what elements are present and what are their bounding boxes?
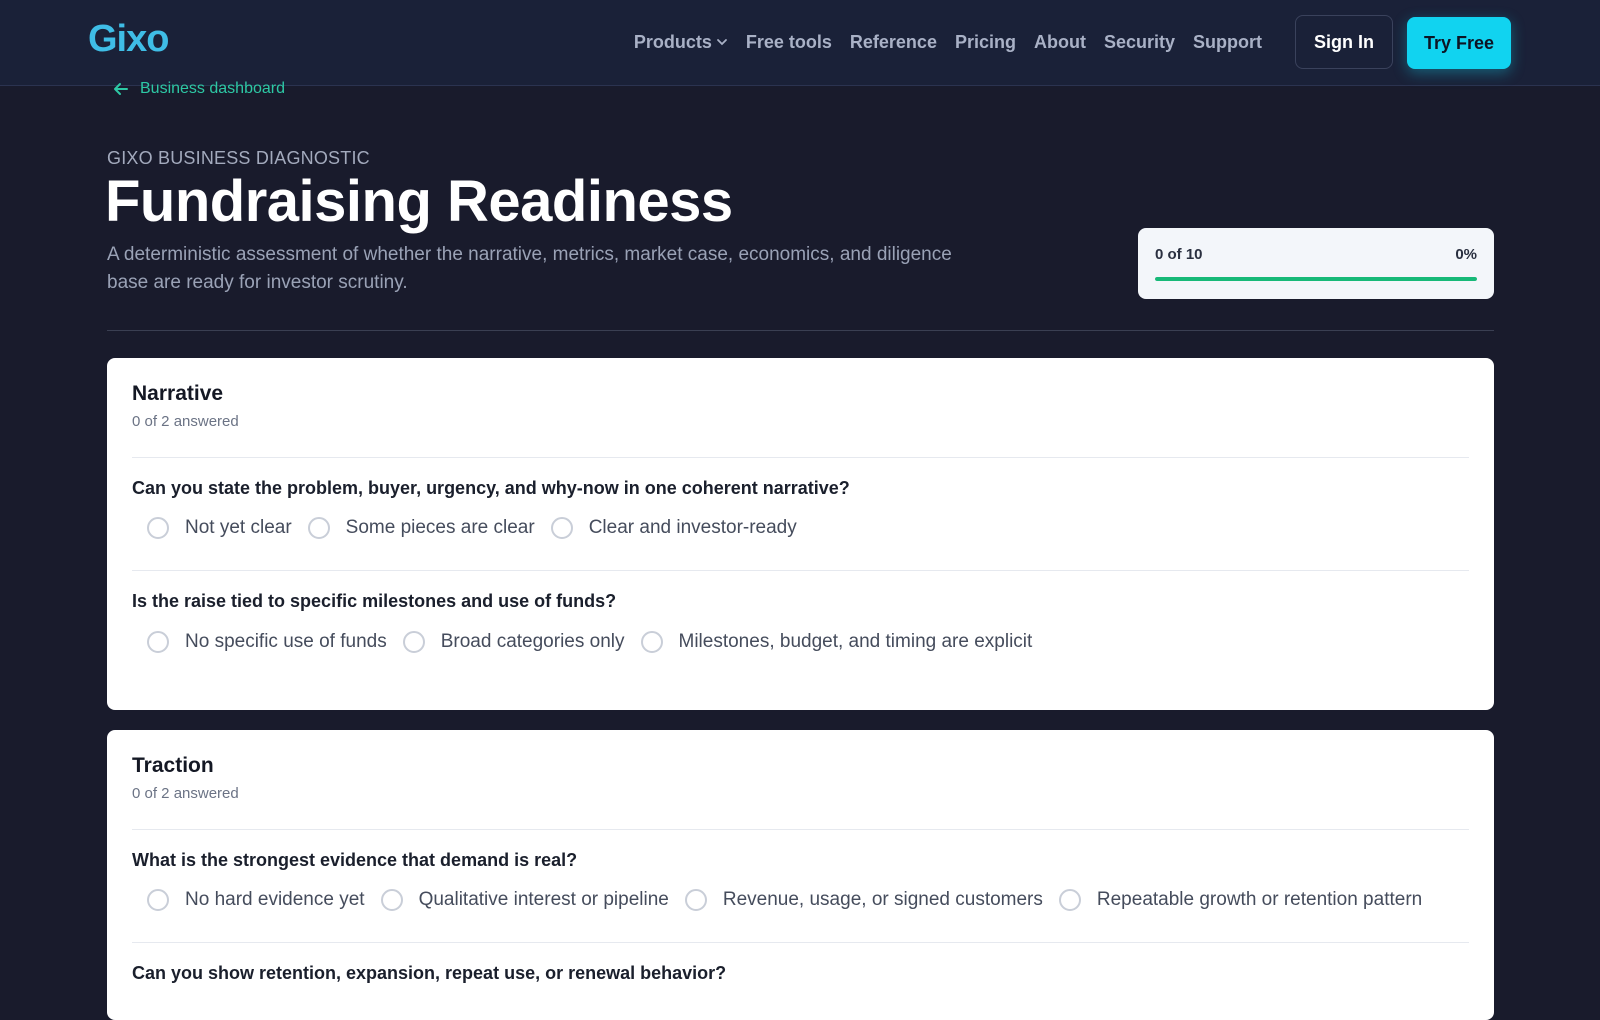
- answer-option-label: Milestones, budget, and timing are expli…: [678, 631, 1033, 652]
- answer-option-label: Broad categories only: [440, 631, 625, 652]
- main-nav: Products Free tools Reference Pricing Ab…: [634, 0, 1262, 84]
- radio-button[interactable]: [380, 889, 403, 911]
- answer-options: Not yet clear Some pieces are clear Clea…: [147, 517, 797, 539]
- radio-button[interactable]: [307, 517, 330, 539]
- nav-products-label: Products: [633, 31, 712, 52]
- back-link-label: Business dashboard: [140, 80, 285, 97]
- answer-option[interactable]: Clear and investor-ready: [550, 517, 797, 539]
- answer-option-label: Qualitative interest or pipeline: [418, 889, 669, 910]
- answer-option[interactable]: Some pieces are clear: [307, 517, 535, 539]
- answer-option-label: Repeatable growth or retention pattern: [1096, 889, 1423, 910]
- answer-option-label: Clear and investor-ready: [588, 517, 797, 538]
- answer-option[interactable]: Repeatable growth or retention pattern: [1058, 889, 1423, 911]
- back-link[interactable]: Business dashboard: [112, 80, 285, 98]
- top-navigation-bar: Gixo Products Free tools Reference Prici…: [0, 0, 1600, 86]
- nav-free-tools[interactable]: Free tools: [746, 32, 832, 53]
- radio-button[interactable]: [1058, 889, 1081, 911]
- gixo-logo[interactable]: Gixo: [88, 18, 169, 61]
- answer-options: No hard evidence yet Qualitative interes…: [147, 889, 1422, 911]
- question-text: Can you show retention, expansion, repea…: [132, 963, 727, 983]
- answer-option[interactable]: No specific use of funds: [147, 631, 387, 653]
- answer-option-label: No hard evidence yet: [185, 889, 365, 910]
- progress-count: 0 of 10: [1155, 246, 1203, 263]
- radio-button[interactable]: [402, 631, 425, 653]
- nav-security[interactable]: Security: [1104, 32, 1175, 53]
- answer-option-label: No specific use of funds: [185, 631, 387, 652]
- page-description: A deterministic assessment of whether th…: [107, 244, 952, 293]
- page-title: Fundraising Readiness: [105, 169, 733, 234]
- question-text: Is the raise tied to specific milestones…: [132, 591, 617, 611]
- card-divider: [132, 942, 1469, 943]
- radio-button[interactable]: [147, 889, 169, 911]
- nav-reference[interactable]: Reference: [850, 32, 937, 53]
- answer-options: No specific use of funds Broad categorie…: [147, 631, 1032, 653]
- radio-button[interactable]: [147, 631, 169, 653]
- answer-option-label: Revenue, usage, or signed customers: [722, 889, 1043, 910]
- radio-button[interactable]: [640, 631, 663, 653]
- card-divider: [132, 457, 1469, 458]
- section-answered-count: 0 of 2 answered: [132, 785, 239, 802]
- question-text: Can you state the problem, buyer, urgenc…: [132, 478, 850, 498]
- section-title: Narrative: [132, 382, 224, 405]
- radio-button[interactable]: [550, 517, 573, 539]
- answer-option[interactable]: No hard evidence yet: [147, 889, 365, 911]
- nav-about[interactable]: About: [1034, 32, 1086, 53]
- try-free-button[interactable]: Try Free: [1407, 17, 1511, 69]
- answer-option-label: Not yet clear: [185, 517, 292, 538]
- chevron-down-icon: [716, 39, 727, 46]
- page-eyebrow: GIXO BUSINESS DIAGNOSTIC: [107, 148, 370, 168]
- progress-bar-fill: [1155, 277, 1477, 281]
- section-answered-count: 0 of 2 answered: [132, 413, 239, 430]
- section-card-traction: Traction 0 of 2 answered What is the str…: [107, 730, 1494, 1020]
- card-divider: [132, 829, 1469, 830]
- answer-option-label: Some pieces are clear: [345, 517, 535, 538]
- answer-option[interactable]: Broad categories only: [402, 631, 625, 653]
- answer-option[interactable]: Qualitative interest or pipeline: [380, 889, 669, 911]
- section-card-narrative: Narrative 0 of 2 answered Can you state …: [107, 358, 1494, 710]
- answer-option[interactable]: Revenue, usage, or signed customers: [684, 889, 1043, 911]
- progress-percent: 0%: [1455, 246, 1477, 263]
- progress-card: 0 of 10 0%: [1138, 228, 1494, 299]
- section-divider: [107, 330, 1494, 331]
- arrow-left-icon: [114, 83, 128, 95]
- progress-bar: [1155, 277, 1477, 281]
- sign-in-button[interactable]: Sign In: [1295, 15, 1393, 69]
- radio-button[interactable]: [684, 889, 707, 911]
- card-divider: [132, 570, 1469, 571]
- radio-button[interactable]: [147, 517, 169, 539]
- nav-products[interactable]: Products: [634, 32, 728, 53]
- nav-pricing[interactable]: Pricing: [955, 32, 1016, 53]
- answer-option[interactable]: Not yet clear: [147, 517, 292, 539]
- question-text: What is the strongest evidence that dema…: [132, 850, 578, 870]
- nav-support[interactable]: Support: [1193, 32, 1262, 53]
- section-title: Traction: [132, 754, 214, 777]
- answer-option[interactable]: Milestones, budget, and timing are expli…: [640, 631, 1033, 653]
